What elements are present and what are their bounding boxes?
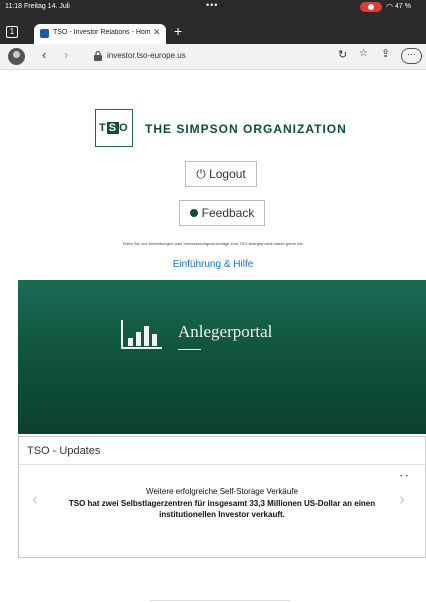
screen-recording-icon	[360, 2, 382, 12]
feedback-hint: Teilen Sie uns Anmerkungen oder Verbesse…	[122, 241, 304, 246]
more-menu-icon[interactable]: ···	[401, 48, 422, 64]
browser-toolbar: ‹ › investor.tso-europe.us ↻ ☆ ⇪ ···	[0, 44, 426, 70]
forward-icon[interactable]: ›	[64, 47, 68, 62]
organization-name: THE SIMPSON ORGANIZATION	[145, 122, 347, 136]
tab-close-icon[interactable]: ✕	[153, 27, 161, 38]
tab-title: TSO - Investor Relations - Hom	[53, 29, 151, 36]
footer-divider	[150, 600, 290, 601]
site-settings-icon	[94, 51, 102, 61]
favorites-icon[interactable]: ☆	[359, 48, 368, 59]
status-time: 11:18 Freitag 14. Juli	[5, 3, 70, 10]
battery-level: 47 %	[395, 3, 411, 10]
logout-icon: ⏻	[196, 167, 206, 181]
feedback-label: Feedback	[201, 206, 255, 220]
portal-hero-banner[interactable]: Anlegerportal	[18, 280, 426, 434]
bar-chart-icon	[121, 320, 162, 349]
share-icon[interactable]: ⇪	[381, 47, 390, 60]
multitask-dots[interactable]: •••	[206, 0, 218, 10]
updates-title: TSO - Updates	[27, 445, 101, 457]
hero-title: Anlegerportal	[178, 322, 273, 341]
logout-label: Logout	[209, 167, 246, 181]
back-icon[interactable]: ‹	[42, 47, 46, 62]
address-bar[interactable]: investor.tso-europe.us	[86, 48, 316, 66]
carousel-pager[interactable]: • •	[400, 474, 409, 480]
logout-button[interactable]: ⏻ Logout	[185, 161, 257, 187]
tso-logo: TSO THE SIMPSON ORGANIZATION	[95, 109, 355, 147]
updates-header: TSO - Updates	[19, 437, 425, 465]
logo-mark: TSO	[99, 122, 129, 134]
logo-box: TSO	[95, 109, 133, 147]
carousel-next-icon[interactable]: ›	[399, 489, 405, 510]
tab-active[interactable]: TSO - Investor Relations - Hom ✕	[34, 24, 166, 44]
tab-bar: 1 TSO - Investor Relations - Hom ✕ +	[0, 22, 426, 44]
help-link[interactable]: Einführung & Hilfe	[0, 259, 426, 270]
feedback-icon	[189, 209, 198, 217]
tab-overview-button[interactable]: 1	[6, 26, 18, 38]
hero-underline	[178, 349, 201, 350]
status-bar: 11:18 Freitag 14. Juli ••• ◠ 47 %	[0, 0, 426, 22]
update-body: TSO hat zwei Selbstlagerzentren für insg…	[68, 499, 376, 519]
reload-icon[interactable]: ↻	[338, 48, 347, 61]
site-favicon-icon	[40, 29, 49, 38]
wifi-icon: ◠	[386, 2, 393, 11]
carousel-prev-icon[interactable]: ‹	[32, 489, 38, 510]
update-headline[interactable]: Weitere erfolgreiche Self-Storage Verkäu…	[49, 487, 395, 496]
profile-avatar[interactable]	[8, 48, 25, 65]
feedback-button[interactable]: Feedback	[179, 200, 265, 226]
updates-panel: TSO - Updates • • ‹ Weitere erfolgreiche…	[18, 436, 426, 558]
new-tab-icon[interactable]: +	[174, 23, 182, 39]
url-text: investor.tso-europe.us	[107, 51, 186, 60]
